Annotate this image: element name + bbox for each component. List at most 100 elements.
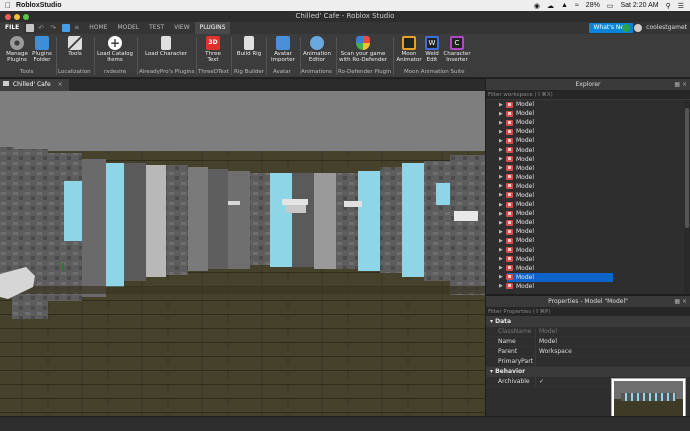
explorer-item-model[interactable]: ▶ Model xyxy=(486,282,690,291)
expand-arrow-icon[interactable]: ▶ xyxy=(499,183,506,189)
expand-arrow-icon[interactable]: ▶ xyxy=(499,147,506,153)
wifi-icon[interactable]: ≈ xyxy=(575,2,579,9)
explorer-item-model[interactable]: ▶ Model xyxy=(486,264,690,273)
load-character-button[interactable]: Load Character xyxy=(140,36,192,57)
avatar-importer-button[interactable]: Avatar Importer xyxy=(268,36,298,63)
undo-icon[interactable]: ↶ xyxy=(38,24,46,32)
explorer-item-model[interactable]: ▶ Model xyxy=(486,218,690,227)
load-catalog-items-button[interactable]: + Load Catalog Items xyxy=(96,36,134,63)
apple-icon[interactable]:  xyxy=(0,1,16,10)
plugins-folder-button[interactable]: Plugins Folder xyxy=(30,36,54,63)
username[interactable]: coolestgamet xyxy=(646,22,687,34)
expand-arrow-icon[interactable]: ▶ xyxy=(499,247,506,253)
tools-button[interactable]: Tools xyxy=(60,36,90,57)
explorer-item-model[interactable]: ▶ Model xyxy=(486,200,690,209)
tab-file[interactable]: FILE xyxy=(0,22,25,34)
property-row-classname[interactable]: ClassName Model xyxy=(486,327,690,337)
panel-controls-icon[interactable]: ▦ × xyxy=(674,79,687,90)
section-data[interactable]: ▾ Data xyxy=(486,317,690,327)
spotlight-icon[interactable]: ⚲ xyxy=(666,2,671,10)
expand-arrow-icon[interactable]: ▶ xyxy=(499,138,506,144)
expand-arrow-icon[interactable]: ▶ xyxy=(499,202,506,208)
expand-arrow-icon[interactable]: ▶ xyxy=(499,211,506,217)
expand-arrow-icon[interactable]: ▶ xyxy=(499,265,506,271)
place-icon xyxy=(3,81,9,86)
save-icon[interactable] xyxy=(62,24,71,32)
explorer-scrollbar[interactable] xyxy=(684,100,690,294)
tab-home[interactable]: HOME xyxy=(84,22,112,34)
properties-filter-input[interactable]: Filter Properties (⇧⌘P) xyxy=(486,307,690,317)
tab-test[interactable]: TEST xyxy=(144,22,169,34)
help-icon[interactable] xyxy=(634,24,643,32)
explorer-item-model[interactable]: ▶ Model xyxy=(486,164,690,173)
three-text-button[interactable]: 3D Three Text xyxy=(199,36,227,63)
explorer-item-model[interactable]: ▶ Model xyxy=(486,191,690,200)
explorer-item-model[interactable]: ▶ Model xyxy=(486,145,690,154)
explorer-item-model[interactable]: ▶ Model xyxy=(486,209,690,218)
clock[interactable]: Sat 2:20 AM xyxy=(620,2,658,9)
app-name-menu[interactable]: RobloxStudio xyxy=(16,2,62,9)
minimize-window-icon[interactable] xyxy=(14,14,20,20)
explorer-item-model[interactable]: ▶ Model xyxy=(486,246,690,255)
tab-model[interactable]: MODEL xyxy=(112,22,144,34)
property-row-primarypart[interactable]: PrimaryPart xyxy=(486,357,690,367)
new-file-icon[interactable] xyxy=(26,24,35,32)
expand-arrow-icon[interactable]: ▶ xyxy=(499,174,506,180)
explorer-item-model[interactable]: ▶ Model xyxy=(486,236,690,245)
close-window-icon[interactable] xyxy=(5,14,11,20)
close-tab-icon[interactable]: × xyxy=(58,81,63,88)
explorer-item-model[interactable]: ▶ Model xyxy=(486,127,690,136)
explorer-item-model[interactable]: ▶ Model xyxy=(486,155,690,164)
explorer-item-model[interactable]: ▶ Model xyxy=(486,173,690,182)
explorer-item-model[interactable]: ▶ Model xyxy=(486,118,690,127)
expand-arrow-icon[interactable]: ▶ xyxy=(499,229,506,235)
status-icon-2[interactable]: ☁ xyxy=(547,2,554,10)
explorer-item-model[interactable]: ▶ Model xyxy=(486,182,690,191)
expand-arrow-icon[interactable]: ▶ xyxy=(499,165,506,171)
redo-icon[interactable]: ↷ xyxy=(50,24,58,32)
expand-arrow-icon[interactable]: ▶ xyxy=(499,111,506,117)
explorer-item-model[interactable]: ▶ Model xyxy=(486,227,690,236)
explorer-item-model[interactable]: ▶ Model xyxy=(486,272,690,282)
expand-arrow-icon[interactable]: ▶ xyxy=(499,129,506,135)
tab-view[interactable]: VIEW xyxy=(169,22,195,34)
expand-arrow-icon[interactable]: ▶ xyxy=(499,256,506,262)
battery-icon[interactable]: ▭ xyxy=(607,2,614,10)
explorer-item-model[interactable]: ▶ Model xyxy=(486,255,690,264)
weld-edit-button[interactable]: W Weld Edit xyxy=(421,36,443,63)
status-icon-3[interactable]: ▲ xyxy=(561,2,568,9)
zoom-window-icon[interactable] xyxy=(23,14,29,20)
moon-animator-button[interactable]: Moon Animator xyxy=(395,36,423,63)
expand-arrow-icon[interactable]: ▶ xyxy=(499,283,506,289)
scrollbar-thumb[interactable] xyxy=(685,108,689,228)
explorer-item-model[interactable]: ▶ Model xyxy=(486,100,690,109)
ro-defender-scan-button[interactable]: Scan your game with Ro-Defender xyxy=(337,36,389,63)
share-icon[interactable] xyxy=(622,24,631,32)
manage-plugins-button[interactable]: Manage Plugins xyxy=(3,36,31,63)
explorer-item-model[interactable]: ▶ Model xyxy=(486,136,690,145)
build-rig-button[interactable]: Build Rig xyxy=(235,36,263,57)
section-behavior[interactable]: ▾ Behavior xyxy=(486,367,690,377)
explorer-tree[interactable]: ▶ Model ▶ Model ▶ Model ▶ Model ▶ Model ▶ Model ▶ Mod… xyxy=(486,100,690,294)
status-icon-1[interactable]: ◉ xyxy=(534,2,540,10)
property-row-name[interactable]: Name Model xyxy=(486,337,690,347)
character-inserter-button[interactable]: C Character Inserter xyxy=(442,36,472,63)
expand-arrow-icon[interactable]: ▶ xyxy=(499,220,506,226)
tab-plugins[interactable]: PLUGINS xyxy=(194,22,231,34)
property-row-parent[interactable]: Parent Workspace xyxy=(486,347,690,357)
expand-arrow-icon[interactable]: ▶ xyxy=(499,192,506,198)
quick-access-dropdown-icon[interactable]: ≡ xyxy=(74,24,82,32)
tab-chilled-cafe[interactable]: Chilled' Cafe × xyxy=(0,79,69,91)
ribbon-separator xyxy=(231,37,232,75)
animation-editor-button[interactable]: Animation Editor xyxy=(301,36,333,63)
expand-arrow-icon[interactable]: ▶ xyxy=(499,238,506,244)
expand-arrow-icon[interactable]: ▶ xyxy=(499,156,506,162)
explorer-filter-input[interactable]: Filter workspace (⇧⌘X) xyxy=(486,90,690,100)
notification-center-icon[interactable]: ☰ xyxy=(678,2,684,10)
expand-arrow-icon[interactable]: ▶ xyxy=(499,274,506,280)
3d-viewport[interactable] xyxy=(0,91,485,416)
panel-controls-icon[interactable]: ▦ × xyxy=(674,296,687,307)
expand-arrow-icon[interactable]: ▶ xyxy=(499,102,506,108)
explorer-item-model[interactable]: ▶ Model xyxy=(486,109,690,118)
expand-arrow-icon[interactable]: ▶ xyxy=(499,120,506,126)
